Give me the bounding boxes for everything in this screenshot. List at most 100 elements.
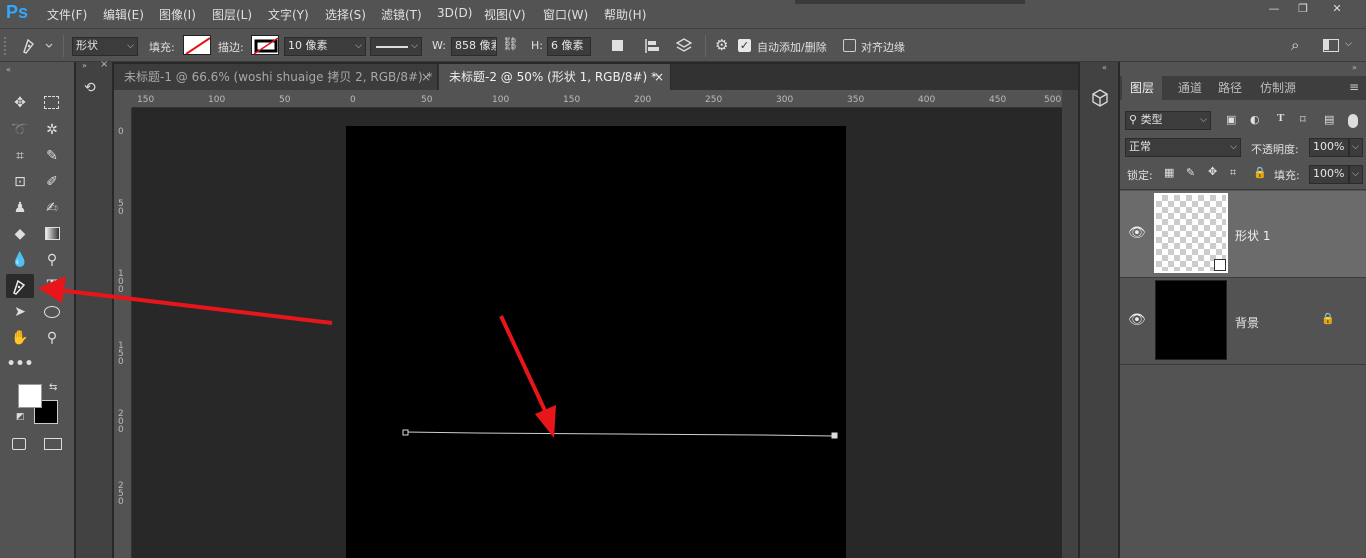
blend-mode-dropdown[interactable]: 正常 ⌵ [1125,138,1241,157]
menu-image[interactable]: 图像(I) [159,6,196,23]
close-window-button[interactable]: ✕ [1322,2,1352,18]
height-input[interactable]: 6 像素 [547,37,591,56]
quick-mask-icon[interactable] [12,438,26,450]
menu-layer[interactable]: 图层(L) [212,6,252,23]
type-filter-icon[interactable]: T [1277,112,1284,124]
opacity-input[interactable]: 100% [1309,138,1349,157]
menu-type[interactable]: 文字(Y) [268,6,309,23]
dodge-tool-icon[interactable]: ⚲ [38,248,66,272]
width-input[interactable]: 858 像素 [451,37,497,56]
move-tool-icon[interactable]: ✥ [6,91,34,115]
more-tools-icon[interactable]: ••• [6,352,34,376]
layer-row-background[interactable]: 👁 背景 🔒 [1120,278,1366,364]
canvas-workspace[interactable] [132,108,1062,558]
fill-input[interactable]: 100% [1309,165,1349,184]
tab-close-icon[interactable]: × [421,64,431,90]
stroke-type-dropdown[interactable]: ⌵ [370,37,422,56]
fill-dropdown[interactable]: ⌵ [1349,165,1363,184]
menu-window[interactable]: 窗口(W) [543,6,588,23]
zoom-tool-icon[interactable]: ⚲ [38,326,66,350]
mode-dropdown[interactable]: 形状 ⌵ [72,37,138,56]
lock-image-icon[interactable]: ✎ [1186,166,1195,179]
adjustment-filter-icon[interactable]: ◐ [1250,113,1260,126]
menu-edit[interactable]: 编辑(E) [103,6,144,23]
lock-all-icon[interactable]: 🔒 [1253,166,1267,179]
tab-close-icon[interactable]: × [654,64,664,90]
path-operations-icon[interactable] [612,40,623,51]
document-canvas[interactable] [346,126,846,558]
path-selection-icon[interactable]: ➤ [6,300,34,324]
history-brush-icon[interactable]: ✍ [38,196,66,220]
menu-view[interactable]: 视图(V) [484,6,526,23]
menu-select[interactable]: 选择(S) [325,6,366,23]
screen-mode-icon[interactable] [44,438,62,450]
tab-paths[interactable]: 路径 [1210,76,1250,100]
filter-toggle-icon[interactable] [1348,114,1358,128]
minimize-button[interactable]: — [1259,2,1289,18]
layer-name[interactable]: 背景 [1235,314,1259,331]
tab-document-1[interactable]: 未标题-1 @ 66.6% (woshi shuaige 拷贝 2, RGB/8… [114,64,438,90]
tab-channels[interactable]: 通道 [1170,76,1210,100]
vertical-scrollbar[interactable] [1062,90,1078,558]
close-panel-icon[interactable]: × [100,59,108,70]
layer-row-shape-1[interactable]: 👁 形状 1 [1120,191,1366,277]
pen-tool-icon[interactable] [6,274,34,298]
path-alignment-icon[interactable] [644,38,660,54]
crop-tool-icon[interactable]: ⌗ [6,144,34,168]
ellipse-tool-icon[interactable] [38,300,66,324]
menu-filter[interactable]: 滤镜(T) [381,6,422,23]
expand-dock-icon[interactable]: « [1102,63,1107,72]
tool-preset-picker[interactable] [18,35,58,57]
layer-name[interactable]: 形状 1 [1235,227,1270,244]
menu-help[interactable]: 帮助(H) [604,6,646,23]
anchor-point[interactable] [831,432,838,439]
panel-menu-icon[interactable]: ≡ [1349,80,1359,94]
blur-tool-icon[interactable]: 💧 [6,248,34,272]
type-tool-icon[interactable]: T [38,274,66,298]
3d-cube-icon[interactable] [1090,88,1110,108]
hand-tool-icon[interactable]: ✋ [6,326,34,350]
eraser-tool-icon[interactable]: ◆ [6,222,34,246]
history-icon[interactable]: ⟲ [84,80,106,102]
tab-document-2[interactable]: 未标题-2 @ 50% (形状 1, RGB/8#) * × [439,64,671,90]
clone-stamp-icon[interactable]: ♟ [6,196,34,220]
lock-position-icon[interactable]: ✥ [1208,165,1217,178]
pixel-filter-icon[interactable]: ▣ [1226,113,1236,126]
marquee-tool-icon[interactable] [38,91,66,115]
smart-object-filter-icon[interactable]: ▤ [1324,113,1334,126]
workspace-icon[interactable] [1323,39,1339,52]
eye-icon[interactable]: 👁 [1128,225,1146,241]
expand-icon[interactable]: » [82,61,87,70]
stroke-swatch[interactable] [251,35,279,55]
eyedropper-icon[interactable]: ✎ [38,144,66,168]
search-icon[interactable]: ⌕ [1291,36,1299,54]
opacity-dropdown[interactable]: ⌵ [1349,138,1363,157]
eye-icon[interactable]: 👁 [1128,312,1146,328]
swap-colors-icon[interactable]: ⇆ [49,382,57,393]
gear-icon[interactable]: ⚙ [715,36,728,54]
tab-layers[interactable]: 图层 [1122,76,1163,100]
collapse-icon[interactable]: « [6,65,11,74]
stroke-width-field[interactable]: 10 像素 ⌵ [284,37,366,56]
align-edges-checkbox[interactable] [843,39,856,52]
menu-file[interactable]: 文件(F) [47,6,87,23]
path-arrangement-icon[interactable] [674,37,694,55]
layer-filter-dropdown[interactable]: ⚲ 类型 ⌵ [1125,111,1211,130]
lock-artboard-icon[interactable]: ⌗ [1230,166,1236,180]
restore-button[interactable]: ❐ [1288,2,1318,18]
default-colors-icon[interactable]: ◩ [16,412,25,422]
foreground-color-swatch[interactable] [18,384,42,408]
gradient-tool-icon[interactable] [38,222,66,246]
chevron-down-icon[interactable]: ⌵ [1345,39,1352,49]
anchor-point[interactable] [402,429,409,436]
brush-tool-icon[interactable]: ✐ [38,170,66,194]
lock-transparency-icon[interactable]: ▦ [1164,166,1174,179]
auto-add-delete-checkbox[interactable]: ✓ [738,39,751,52]
healing-brush-icon[interactable]: ⊡ [6,170,34,194]
shape-filter-icon[interactable]: ⌑ [1300,113,1306,126]
menu-3d[interactable]: 3D(D) [437,6,472,20]
magic-wand-icon[interactable]: ✲ [38,118,66,142]
fill-swatch[interactable] [183,35,211,55]
collapse-icon[interactable]: » [1352,63,1357,72]
lasso-tool-icon[interactable]: ➰ [6,118,34,142]
